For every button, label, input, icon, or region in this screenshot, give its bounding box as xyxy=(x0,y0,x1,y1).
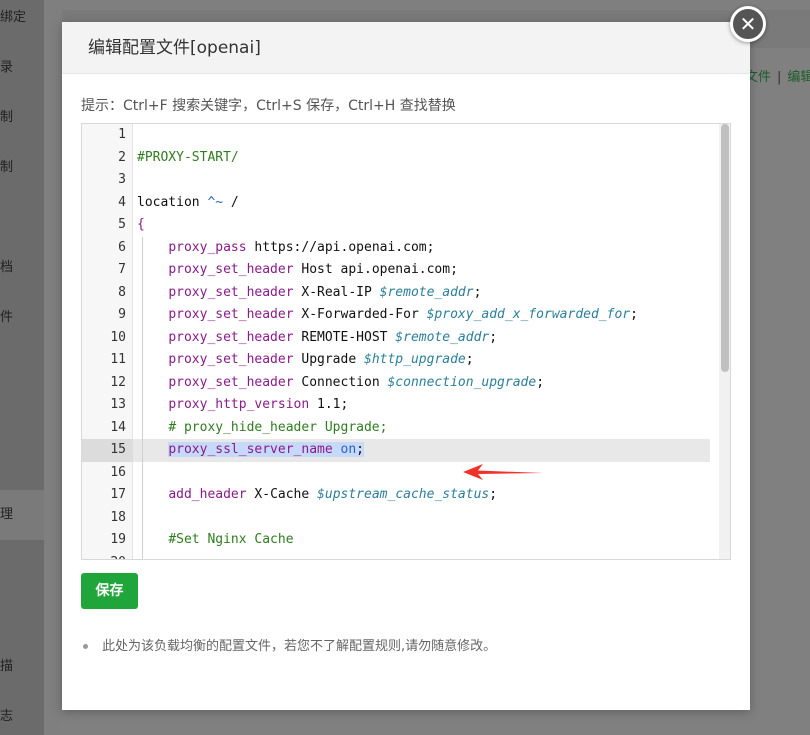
sidebar-item[interactable]: 档 xyxy=(0,256,44,275)
code-line[interactable]: 16 xyxy=(82,461,710,484)
bullet-icon xyxy=(83,644,88,649)
indent-guide xyxy=(142,529,143,552)
close-icon[interactable]: ✕ xyxy=(730,6,766,42)
line-text: proxy_set_header Connection $connection_… xyxy=(168,374,545,390)
sidebar-item[interactable]: 制 xyxy=(0,106,44,125)
editor-scroll-thumb[interactable] xyxy=(721,124,729,372)
background-row-actions: 文件 | 编辑 xyxy=(745,66,810,85)
line-number: 9 xyxy=(118,307,126,322)
code-line[interactable]: 19 #Set Nginx Cache xyxy=(82,529,710,552)
code-editor[interactable]: 1 2 #PROXY-START/3 4 location ^~ /5{6 proxy_p… xyxy=(81,123,731,560)
code-line[interactable]: 18 xyxy=(82,506,710,529)
sidebar-item-active[interactable]: 理 xyxy=(0,490,44,540)
code-line[interactable]: 20 xyxy=(82,551,710,560)
sidebar-item[interactable]: 制 xyxy=(0,156,44,175)
indent-guide xyxy=(142,349,143,372)
edit-link[interactable]: 编辑 xyxy=(787,70,810,85)
sidebar-item[interactable]: 绑定 xyxy=(0,6,44,25)
code-line[interactable]: 6 proxy_pass https://api.openai.com; xyxy=(82,236,710,259)
indent-guide xyxy=(142,551,143,559)
editor-scrollbar[interactable] xyxy=(719,124,730,559)
code-line[interactable]: 2 #PROXY-START/ xyxy=(82,147,710,170)
line-number: 5 xyxy=(118,217,126,232)
line-number: 4 xyxy=(118,194,126,210)
red-arrow-annotation xyxy=(463,464,543,480)
indent-guide xyxy=(142,461,143,484)
indent-guide xyxy=(142,304,143,327)
dialog-title: 编辑配置文件[openai] xyxy=(88,38,261,58)
line-number: 3 xyxy=(118,172,126,187)
line-text: proxy_ssl_server_name on; xyxy=(168,439,364,462)
code-line[interactable]: 4 location ^~ / xyxy=(82,192,710,215)
dialog-header: 编辑配置文件[openai] xyxy=(62,22,750,74)
code-line[interactable]: 1 xyxy=(82,124,710,147)
sidebar-item[interactable]: 描 xyxy=(0,655,44,674)
code-line[interactable]: 17 add_header X-Cache $upstream_cache_sta… xyxy=(82,484,710,507)
indent-guide xyxy=(142,281,143,304)
sidebar-item[interactable]: 志 xyxy=(0,705,44,724)
indent-guide xyxy=(142,259,143,282)
indent-guide xyxy=(142,371,143,394)
save-button[interactable]: 保存 xyxy=(81,573,138,609)
sidebar-item[interactable]: 件 xyxy=(0,306,44,325)
line-number: 6 xyxy=(118,239,126,255)
line-number: 10 xyxy=(110,329,126,345)
edit-config-dialog: 编辑配置文件[openai] 提示：Ctrl+F 搜索关键字，Ctrl+S 保存… xyxy=(62,22,750,710)
indent-guide xyxy=(142,326,143,349)
line-number: 19 xyxy=(110,532,126,547)
line-number: 20 xyxy=(82,552,126,560)
background-sidebar: 绑定 录 制 制 档 件 理 描 志 xyxy=(0,0,44,735)
code-line[interactable]: 10 proxy_set_header REMOTE-HOST $remote_a… xyxy=(82,326,710,349)
line-text: #Set Nginx Cache xyxy=(168,532,294,547)
code-line[interactable]: 11 proxy_set_header Upgrade $http_upgrade… xyxy=(82,349,710,372)
code-line[interactable]: 7 proxy_set_header Host api.openai.com; xyxy=(82,259,710,282)
line-text: #PROXY-START/ xyxy=(137,149,239,165)
code-line[interactable]: 13 proxy_http_version 1.1; xyxy=(82,394,710,417)
line-text: proxy_set_header REMOTE-HOST $remote_add… xyxy=(168,329,498,345)
line-text: proxy_set_header Host api.openai.com; xyxy=(168,262,458,277)
indent-guide xyxy=(142,236,143,259)
line-number: 17 xyxy=(110,487,126,502)
line-number: 13 xyxy=(110,397,126,412)
code-line[interactable]: 8 proxy_set_header X-Real-IP $remote_addr… xyxy=(82,281,710,304)
line-text: proxy_http_version 1.1; xyxy=(168,397,349,412)
line-number: 12 xyxy=(110,374,126,390)
line-number: 11 xyxy=(110,352,126,367)
line-number: 16 xyxy=(110,464,126,480)
code-line[interactable]: 3 xyxy=(82,169,710,192)
code-line[interactable]: 9 proxy_set_header X-Forwarded-For $proxy… xyxy=(82,304,710,327)
line-text: # proxy_hide_header Upgrade; xyxy=(168,419,388,435)
line-text: proxy_pass https://api.openai.com; xyxy=(168,239,435,255)
line-number: 2 xyxy=(118,149,126,165)
indent-guide xyxy=(142,416,143,439)
line-number: 8 xyxy=(118,284,126,300)
code-line[interactable]: 14 # proxy_hide_header Upgrade; xyxy=(82,416,710,439)
arrow-shape xyxy=(463,464,543,480)
line-text: proxy_set_header X-Real-IP $remote_addr; xyxy=(168,284,482,300)
line-number: 14 xyxy=(110,419,126,435)
line-number: 1 xyxy=(118,127,126,142)
config-warning-note: 此处为该负载均衡的配置文件，若您不了解配置规则,请勿随意修改。 xyxy=(81,635,496,654)
indent-guide xyxy=(142,394,143,417)
note-text: 此处为该负载均衡的配置文件，若您不了解配置规则,请勿随意修改。 xyxy=(102,639,497,654)
code-line[interactable]: 5{ xyxy=(82,214,710,237)
indent-guide xyxy=(142,484,143,507)
line-text: location ^~ / xyxy=(137,194,239,210)
line-text: proxy_set_header X-Forwarded-For $proxy_… xyxy=(168,307,638,322)
line-text: { xyxy=(137,217,145,232)
code-line[interactable]: 12 proxy_set_header Connection $connectio… xyxy=(82,371,710,394)
indent-guide xyxy=(142,506,143,529)
line-text: add_header X-Cache $upstream_cache_statu… xyxy=(168,487,498,502)
indent-guide xyxy=(142,439,143,462)
code-line[interactable]: 15 proxy_ssl_server_name on; xyxy=(82,439,710,462)
shortcut-hint: 提示：Ctrl+F 搜索关键字，Ctrl+S 保存，Ctrl+H 查找替换 xyxy=(81,98,456,114)
line-number: 7 xyxy=(118,262,126,277)
text-selection: proxy_ssl_server_name on; xyxy=(168,442,364,457)
line-text: proxy_set_header Upgrade $http_upgrade; xyxy=(168,352,474,367)
line-number: 18 xyxy=(110,509,126,525)
sidebar-item[interactable]: 录 xyxy=(0,56,44,75)
line-number: 15 xyxy=(82,439,133,462)
